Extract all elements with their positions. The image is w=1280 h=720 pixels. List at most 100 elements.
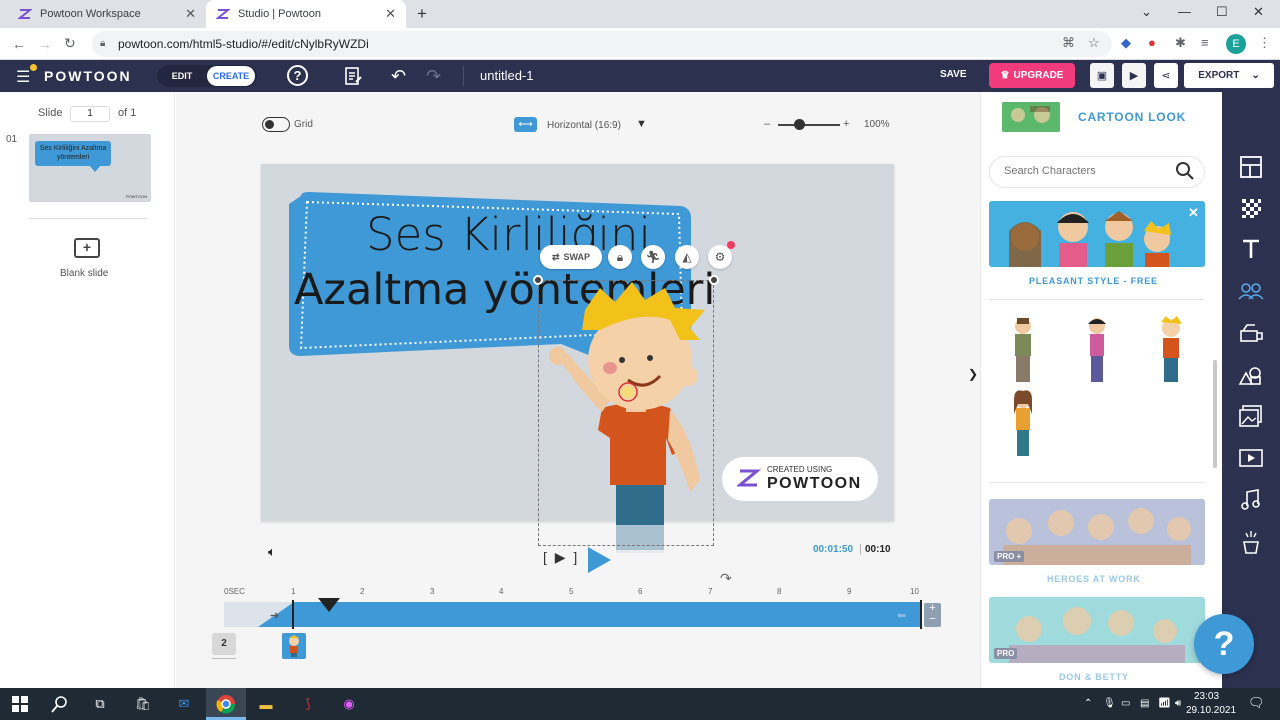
slide-number-input[interactable]: 1 xyxy=(70,106,110,122)
shapes-icon[interactable] xyxy=(1237,361,1265,389)
reading-list-icon[interactable]: ≡ xyxy=(1201,35,1209,50)
cartoon-look-thumbnail[interactable] xyxy=(1002,102,1060,132)
tray-chevron-icon[interactable]: ⌃ xyxy=(1084,698,1092,709)
upgrade-button[interactable]: ♛ UPGRADE xyxy=(989,63,1075,88)
help-icon[interactable]: ? xyxy=(287,65,308,86)
task-view-icon[interactable]: ⧉ xyxy=(89,693,111,715)
backgrounds-checker-icon[interactable] xyxy=(1237,194,1265,222)
hamburger-menu-icon[interactable]: ☰ xyxy=(16,67,30,87)
orientation-label[interactable]: Horizontal (16:9) xyxy=(547,120,621,131)
profile-avatar[interactable]: E xyxy=(1226,34,1246,54)
timeline-start-marker[interactable] xyxy=(292,600,294,629)
browser-tab-studio[interactable]: Studio | Powtoon ✕ xyxy=(206,0,406,28)
lock-element-icon[interactable]: 🔒︎ xyxy=(608,245,632,269)
wifi-icon[interactable]: 📶︎ xyxy=(1158,698,1171,709)
library-scrollbar[interactable] xyxy=(1213,360,1217,468)
character-item[interactable] xyxy=(1004,390,1042,458)
element-timeline-bar[interactable] xyxy=(294,602,920,627)
volume-icon[interactable]: 🔈︎ xyxy=(268,544,276,560)
character-item[interactable] xyxy=(1004,316,1042,384)
url-text[interactable]: powtoon.com/html5-studio/#/edit/cNylbRyW… xyxy=(118,37,369,51)
undo-icon[interactable]: ↶ xyxy=(391,66,406,87)
pleasant-style-banner[interactable] xyxy=(989,201,1205,267)
don-and-betty-banner[interactable] xyxy=(989,597,1205,663)
browser-tab-workspace[interactable]: Powtoon Workspace ✕ xyxy=(8,0,206,28)
lock-icon[interactable]: 🔒︎ xyxy=(100,38,105,49)
zoom-slider-track[interactable] xyxy=(778,124,840,126)
total-time[interactable]: 00:10 xyxy=(865,544,891,555)
close-tab-icon[interactable]: ✕ xyxy=(185,6,196,22)
character-item[interactable] xyxy=(1078,316,1116,384)
tab-search-icon[interactable]: ⌄ xyxy=(1141,4,1152,20)
mail-icon[interactable]: ✉︎ xyxy=(173,693,195,715)
orientation-dropdown-icon[interactable]: ▼ xyxy=(636,118,647,130)
music-note-icon[interactable] xyxy=(1237,486,1265,514)
character-item[interactable] xyxy=(1152,316,1190,384)
magic-effects-icon[interactable] xyxy=(1237,528,1265,556)
export-button[interactable]: EXPORT ⌄ xyxy=(1184,63,1274,88)
text-icon[interactable] xyxy=(1237,235,1265,263)
play-icon[interactable] xyxy=(586,546,612,574)
battery-icon[interactable]: ▭ xyxy=(1121,698,1130,709)
close-window-icon[interactable]: ✕ xyxy=(1253,4,1264,20)
create-mode-button[interactable]: CREATE xyxy=(207,66,255,86)
minimize-icon[interactable]: — xyxy=(1178,4,1191,19)
speaker-icon[interactable]: 🔊︎ xyxy=(1175,698,1181,709)
redo-icon[interactable]: ↷ xyxy=(426,66,441,87)
add-slide-icon[interactable]: + xyxy=(74,238,100,258)
close-tab-icon[interactable]: ✕ xyxy=(385,6,396,22)
clock-date[interactable]: 29.10.2021 xyxy=(1186,705,1236,716)
share-icon[interactable]: ⋖ xyxy=(1154,63,1178,88)
resize-handle-top-right[interactable] xyxy=(709,275,719,285)
timeline-end-marker[interactable] xyxy=(920,600,922,629)
character-action-icon[interactable]: 🏃︎ xyxy=(641,245,665,269)
edit-mode-button[interactable]: EDIT xyxy=(163,65,201,87)
zoom-out-button[interactable]: – xyxy=(764,118,770,130)
playhead-icon[interactable] xyxy=(318,598,340,612)
file-explorer-icon[interactable]: ▬ xyxy=(255,693,277,715)
layer-number[interactable]: 2 xyxy=(212,633,236,655)
new-tab-icon[interactable]: + xyxy=(417,4,427,24)
collapse-right-panel-icon[interactable]: ❯ xyxy=(968,367,978,381)
zoom-in-button[interactable]: + xyxy=(843,118,849,130)
chrome-icon[interactable] xyxy=(215,693,237,715)
timeline-zoom-buttons[interactable]: + − xyxy=(924,603,941,627)
extensions-puzzle-icon[interactable]: ✱ xyxy=(1175,35,1186,51)
video-icon[interactable] xyxy=(1237,444,1265,472)
save-button[interactable]: SAVE xyxy=(940,69,967,80)
exit-animation-icon[interactable]: ⬅ xyxy=(897,609,906,622)
acrobat-icon[interactable]: ⟆ xyxy=(297,693,319,715)
characters-icon[interactable] xyxy=(1237,277,1265,305)
store-icon[interactable]: 🛍︎ xyxy=(132,693,154,715)
translate-icon[interactable]: ⌘ xyxy=(1062,35,1075,51)
extension-badge-icon[interactable]: ● xyxy=(1148,35,1156,50)
notifications-icon[interactable]: 🗨︎ xyxy=(1248,695,1265,711)
screen-recorder-icon[interactable]: ◉ xyxy=(338,693,360,715)
flip-icon[interactable]: ◭ xyxy=(675,245,699,269)
chrome-menu-icon[interactable]: ⋮ xyxy=(1258,35,1271,51)
windows-start-icon[interactable] xyxy=(9,693,31,715)
help-chat-button[interactable]: ? xyxy=(1194,614,1254,674)
look-style-label[interactable]: CARTOON LOOK xyxy=(1078,110,1186,124)
search-icon[interactable] xyxy=(1175,161,1195,181)
images-icon[interactable] xyxy=(1237,402,1265,430)
script-notes-icon[interactable] xyxy=(343,66,363,86)
document-title[interactable]: untitled-1 xyxy=(480,68,533,83)
reload-icon[interactable]: ↻ xyxy=(64,35,76,52)
forward-icon[interactable]: → xyxy=(38,36,52,52)
play-from-frame-icon[interactable]: [ ▶ ] xyxy=(543,549,579,566)
bookmark-star-icon[interactable]: ☆ xyxy=(1088,35,1100,51)
close-banner-icon[interactable]: ✕ xyxy=(1188,205,1199,221)
enter-animation-icon[interactable]: ➔ xyxy=(270,609,279,622)
blank-slide-label[interactable]: Blank slide xyxy=(60,268,108,279)
powtoon-logo[interactable]: POWTOON xyxy=(44,68,132,84)
extension-icon[interactable]: ◆ xyxy=(1121,35,1131,51)
character-search-input[interactable] xyxy=(1004,165,1164,177)
clock-time[interactable]: 23:03 xyxy=(1194,691,1219,702)
extend-timeline-icon[interactable]: ↷ xyxy=(720,570,732,587)
maximize-icon[interactable]: ☐ xyxy=(1216,4,1228,20)
swap-button[interactable]: ⇄ SWAP xyxy=(540,245,602,269)
props-icon[interactable] xyxy=(1237,319,1265,347)
microphone-icon[interactable]: 🎙︎ xyxy=(1103,698,1116,709)
play-preview-icon[interactable]: ▶ xyxy=(1122,63,1146,88)
